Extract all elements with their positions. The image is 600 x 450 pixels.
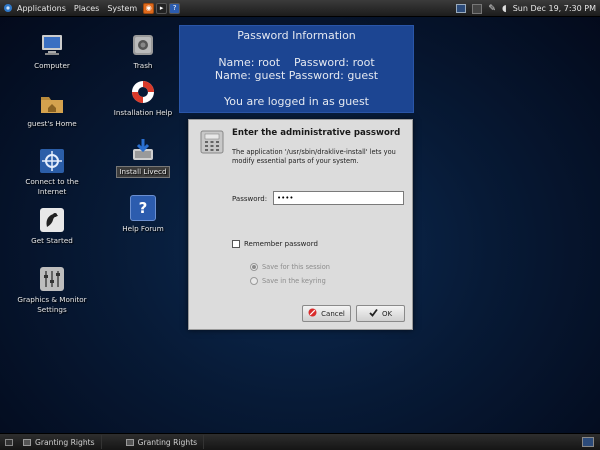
screen-icon[interactable]	[456, 4, 467, 13]
ok-label: OK	[381, 309, 393, 318]
desktop-icon-label: Graphics & Monitor Settings	[17, 295, 87, 314]
desktop-icon-internet[interactable]: Connect to the Internet	[12, 148, 92, 197]
get-started-icon	[39, 207, 65, 233]
info-title: Password Information	[237, 29, 356, 42]
places-menu[interactable]: Places	[70, 4, 103, 13]
password-info-box: Password Information Name: root Password…	[179, 25, 414, 113]
password-field[interactable]	[273, 191, 404, 205]
desktop-icon-label: Computer	[34, 61, 70, 70]
desktop-icon-graphics-settings[interactable]: Graphics & Monitor Settings	[12, 266, 92, 315]
applications-menu[interactable]: Applications	[13, 4, 70, 13]
cancel-icon	[308, 308, 317, 319]
top-panel: Applications Places System ◉ ▸ ? ✎ ◖ Sun…	[0, 0, 600, 17]
ok-button[interactable]: OK	[356, 305, 405, 322]
desktop-icon-install-livecd[interactable]: Install Livecd	[103, 137, 183, 178]
info-line-guest: Name: guest Password: guest	[214, 69, 379, 82]
radio-button[interactable]	[250, 277, 258, 285]
radio-label: Save in the keyring	[262, 277, 326, 285]
window-icon	[125, 438, 134, 446]
desktop-icon-label: Trash	[133, 61, 153, 70]
radio-label: Save for this session	[262, 263, 330, 271]
taskbar-label: Granting Rights	[35, 437, 95, 447]
lifebuoy-icon	[130, 79, 156, 105]
show-desktop-icon[interactable]	[5, 438, 13, 446]
auth-dialog: Enter the administrative password The ap…	[188, 119, 413, 330]
desktop-icon-installation-help[interactable]: Installation Help	[103, 79, 183, 118]
desktop-icon-computer[interactable]: Computer	[12, 32, 92, 71]
radio-button-selected[interactable]	[250, 263, 258, 271]
distro-logo-icon[interactable]	[3, 3, 13, 13]
bottom-panel: Granting Rights Granting Rights	[0, 433, 600, 450]
computer-icon	[39, 32, 65, 58]
dialog-title: Enter the administrative password	[232, 128, 401, 138]
radio-save-session[interactable]: Save for this session	[250, 263, 330, 271]
help-forum-icon: ?	[130, 195, 156, 221]
remember-password-label: Remember password	[244, 240, 318, 248]
info-line-root: Name: root Password: root	[218, 56, 375, 69]
checkmark-icon	[369, 308, 378, 319]
desktop-icon-label: Install Livecd	[116, 166, 170, 178]
cancel-label: Cancel	[321, 309, 345, 318]
desktop-icon-label: guest's Home	[27, 119, 77, 128]
taskbar-item-granting-rights[interactable]: Granting Rights	[17, 435, 102, 449]
help-icon[interactable]: ?	[169, 2, 181, 14]
desktop-icon-home[interactable]: guest's Home	[12, 90, 92, 129]
workspace-switcher-icon[interactable]	[582, 437, 594, 447]
dialog-description: The application '/usr/sbin/draklive-inst…	[232, 148, 396, 165]
pen-icon[interactable]: ✎	[488, 4, 496, 14]
network-icon	[39, 148, 65, 174]
network-status-icon[interactable]	[472, 3, 483, 14]
terminal-icon[interactable]: ▸	[156, 2, 168, 14]
clock[interactable]: Sun Dec 19, 7:30 PM	[513, 4, 596, 13]
remember-password-checkbox[interactable]: Remember password	[232, 240, 318, 248]
desktop-icon-label: Get Started	[31, 236, 73, 245]
taskbar-label: Granting Rights	[137, 437, 198, 447]
home-folder-icon	[39, 90, 65, 116]
lock-keypad-icon	[200, 130, 224, 154]
password-label: Password:	[232, 195, 268, 203]
firefox-icon[interactable]: ◉	[143, 2, 155, 14]
settings-sliders-icon	[39, 266, 65, 292]
taskbar-item-granting-rights[interactable]: Granting Rights	[120, 435, 205, 449]
desktop-icon-label: Installation Help	[113, 108, 173, 117]
system-menu[interactable]: System	[103, 4, 141, 13]
checkbox-box[interactable]	[232, 240, 240, 248]
desktop-icon-trash[interactable]: Trash	[103, 32, 183, 71]
volume-icon[interactable]: ◖	[502, 4, 507, 14]
desktop-icon-label: Help Forum	[122, 224, 164, 233]
install-icon	[130, 137, 156, 163]
trash-icon	[130, 32, 156, 58]
info-line-logged-in: You are logged in as guest	[224, 95, 369, 108]
radio-save-keyring[interactable]: Save in the keyring	[250, 277, 326, 285]
desktop-icon-label: Connect to the Internet	[25, 177, 79, 196]
cancel-button[interactable]: Cancel	[302, 305, 351, 322]
window-icon	[23, 438, 31, 446]
desktop-icon-help-forum[interactable]: ? Help Forum	[103, 195, 183, 234]
desktop-icon-get-started[interactable]: Get Started	[12, 207, 92, 246]
